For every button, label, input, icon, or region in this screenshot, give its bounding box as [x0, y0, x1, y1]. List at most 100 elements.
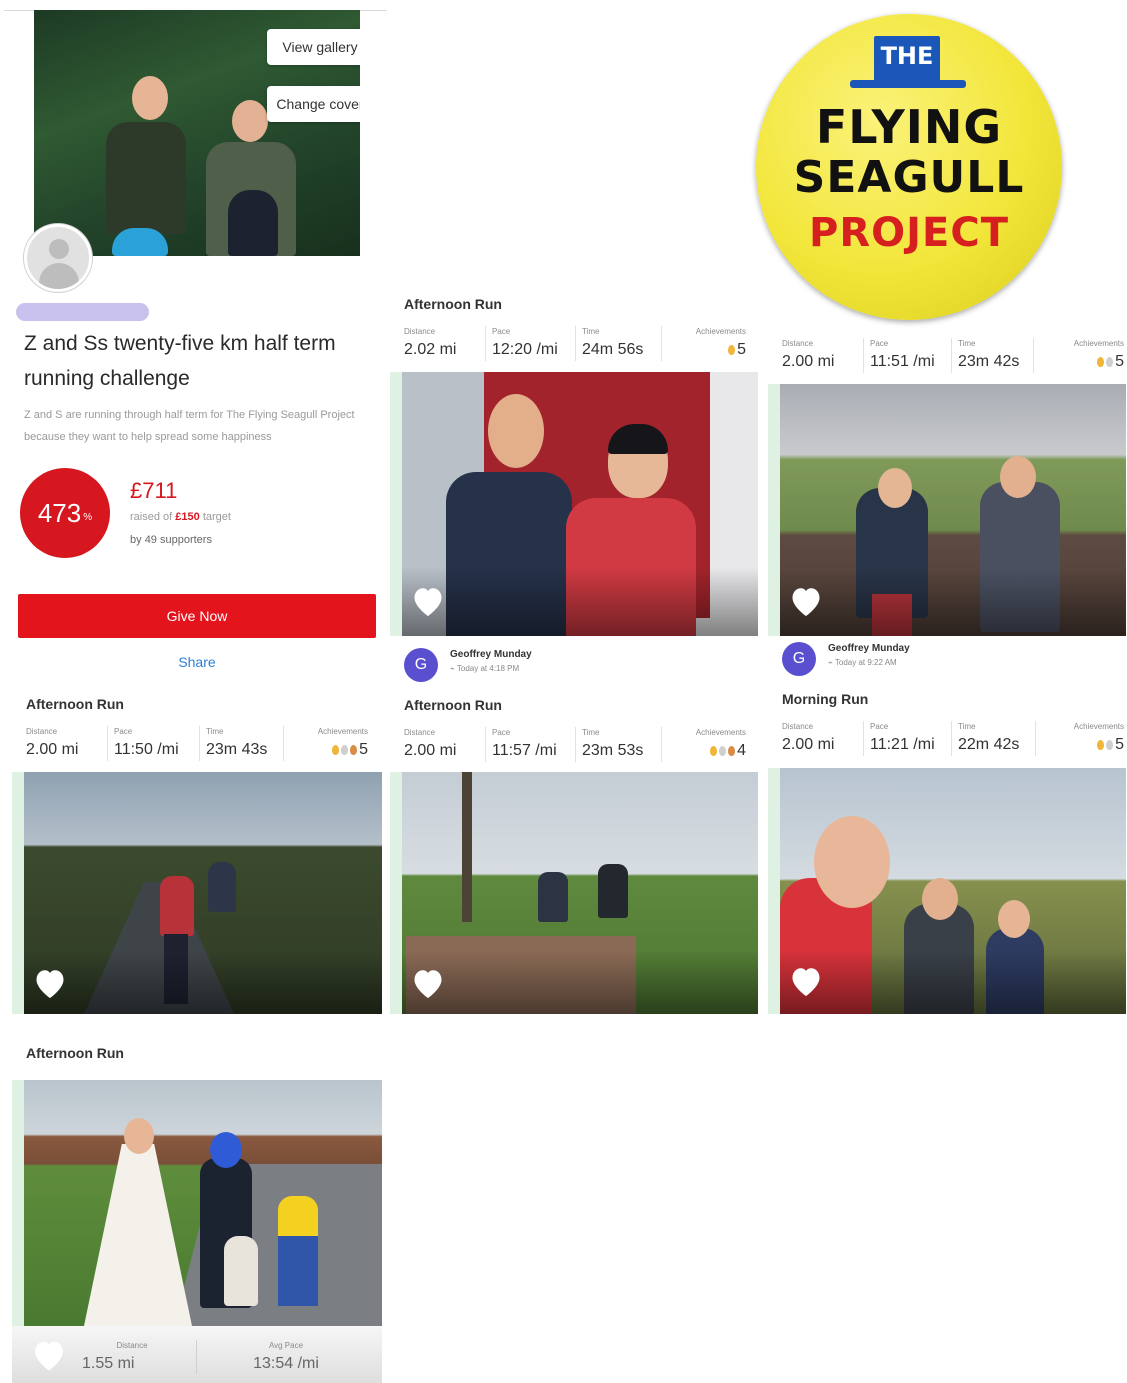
stat-value: 11:50 /mi: [114, 741, 179, 758]
activity-photo[interactable]: [402, 772, 758, 1014]
stat-pace: Pace 11:57 /mi: [486, 727, 576, 762]
stat-value: 11:57 /mi: [492, 742, 557, 759]
activity-title: Afternoon Run: [26, 696, 124, 712]
photo-runner-blue: [208, 862, 236, 912]
activity-title: Morning Run: [782, 691, 869, 707]
card-accent: [390, 372, 402, 636]
stat-value: 2.02 mi: [404, 341, 457, 358]
activity-photo[interactable]: [780, 768, 1126, 1014]
activity-title: Afternoon Run: [404, 296, 502, 312]
heart-icon[interactable]: [788, 964, 824, 998]
stat-label: Achievements: [695, 728, 746, 737]
medal-icon: [350, 745, 358, 755]
poster-name[interactable]: Geoffrey Munday: [828, 642, 910, 656]
stat-time: Time 22m 42s: [952, 721, 1036, 756]
achievements-value: 5: [728, 339, 746, 361]
activity-photo[interactable]: [780, 384, 1126, 636]
photo-child-left-head: [488, 394, 544, 468]
poster-time: ⌁ Today at 4:18 PM: [450, 664, 520, 673]
achievements-count: 4: [737, 742, 746, 759]
avatar-body-shape: [39, 263, 79, 289]
achievements-count: 5: [359, 741, 368, 758]
poster-info: Geoffrey Munday ⌁ Today at 4:18 PM: [450, 648, 532, 676]
cover-person-right-torso: [228, 190, 278, 256]
stat-label: Pace: [870, 722, 889, 731]
logo-text-the: THE: [880, 42, 934, 70]
view-gallery-button[interactable]: View gallery: [267, 29, 360, 65]
activity-photo[interactable]: [24, 772, 382, 1014]
medal-icon: [341, 745, 349, 755]
page-title: Z and Ss twenty-five km half term runnin…: [24, 332, 336, 390]
stat-value: 2.00 mi: [782, 353, 835, 370]
change-cover-button[interactable]: Change cover: [267, 86, 360, 122]
stat-value: 22m 42s: [958, 736, 1020, 753]
share-link[interactable]: Share: [18, 654, 376, 670]
photo-shade: [24, 951, 382, 1014]
stat-distance: Distance 2.00 mi: [404, 727, 486, 762]
stat-pace: Pace 11:50 /mi: [108, 726, 200, 761]
avatar[interactable]: [24, 224, 92, 292]
poster-time-text: Today at 4:18 PM: [456, 664, 520, 673]
stat-label: Achievements: [695, 327, 746, 336]
stat-time: Time 23m 42s: [952, 338, 1034, 373]
activity-photo[interactable]: [24, 1080, 382, 1326]
stat-label: Time: [582, 327, 600, 336]
cover-photo: View gallery Change cover: [34, 10, 360, 256]
poster-avatar[interactable]: G: [404, 648, 438, 682]
stat-time: Time 23m 53s: [576, 727, 662, 762]
photo-angel-costume: [84, 1144, 192, 1326]
heart-icon[interactable]: [410, 966, 446, 1000]
heart-icon[interactable]: [410, 584, 446, 618]
photo-shade: [780, 570, 1126, 636]
medal-icon: [1097, 357, 1105, 367]
stat-achievements: Achievements 5: [312, 726, 368, 761]
stat-value: 24m 56s: [582, 341, 644, 358]
activity-photo[interactable]: [402, 372, 758, 636]
give-now-button[interactable]: Give Now: [18, 594, 376, 638]
flying-seagull-logo: THE FLYING SEAGULL PROJECT: [756, 14, 1062, 320]
activity-summary-bar: Distance 1.55 mi Avg Pace 13:54 /mi: [12, 1326, 382, 1383]
photo-runner-red: [160, 876, 194, 936]
progress-percent: 473: [37, 497, 82, 528]
photo-child-right-head: [998, 900, 1030, 938]
progress-badge: 473%: [20, 468, 110, 558]
photo-blue-face: [210, 1132, 242, 1168]
cover-person-left-legs: [112, 228, 168, 256]
poster-name[interactable]: Geoffrey Munday: [450, 648, 532, 662]
achievements-value: 5: [1097, 351, 1124, 373]
photo-child-right-head: [1000, 456, 1036, 498]
photo-child-left-head: [878, 468, 912, 508]
poster-avatar[interactable]: G: [782, 642, 816, 676]
activity-stats: Distance 2.00 mi Pace 11:21 /mi Time 22m…: [782, 721, 1124, 756]
heart-icon[interactable]: [30, 1338, 68, 1372]
activity-stats: Distance 2.00 mi Pace 11:57 /mi Time 23m…: [404, 727, 746, 762]
heart-icon[interactable]: [32, 966, 68, 1000]
photo-shade: [402, 567, 758, 636]
card-accent: [390, 772, 402, 1014]
logo-hat-brim: [850, 80, 966, 88]
achievements-value: 5: [1097, 734, 1124, 756]
stat-distance: Distance 2.00 mi: [782, 338, 864, 373]
stat-label: Distance: [404, 327, 436, 336]
stat-value: 11:21 /mi: [870, 736, 935, 753]
achievements-count: 5: [737, 341, 746, 358]
photo-jumper-right: [598, 864, 628, 918]
card-accent: [768, 384, 780, 636]
stat-label: Pace: [492, 728, 511, 737]
stat-value: 2.00 mi: [782, 736, 835, 753]
photo-tree-trunk: [462, 772, 472, 922]
poster-row: G Geoffrey Munday ⌁ Today at 4:18 PM: [404, 648, 532, 682]
photo-child-left-head: [922, 878, 958, 920]
stat-label: Time: [582, 728, 600, 737]
raised-target-line: raised of £150 target: [130, 511, 231, 523]
stat-achievements: Achievements 4: [690, 727, 746, 762]
stat-pace: Pace 11:51 /mi: [864, 338, 952, 373]
stat-value: 23m 43s: [206, 741, 268, 758]
stat-value: 23m 42s: [958, 353, 1020, 370]
heart-icon[interactable]: [788, 584, 824, 618]
photo-minion-overalls: [278, 1236, 318, 1306]
logo-text-project: PROJECT: [809, 210, 1009, 256]
medal-icon: [332, 745, 340, 755]
stat-achievements: Achievements 5: [690, 326, 746, 361]
photo-woman-face: [814, 816, 890, 908]
